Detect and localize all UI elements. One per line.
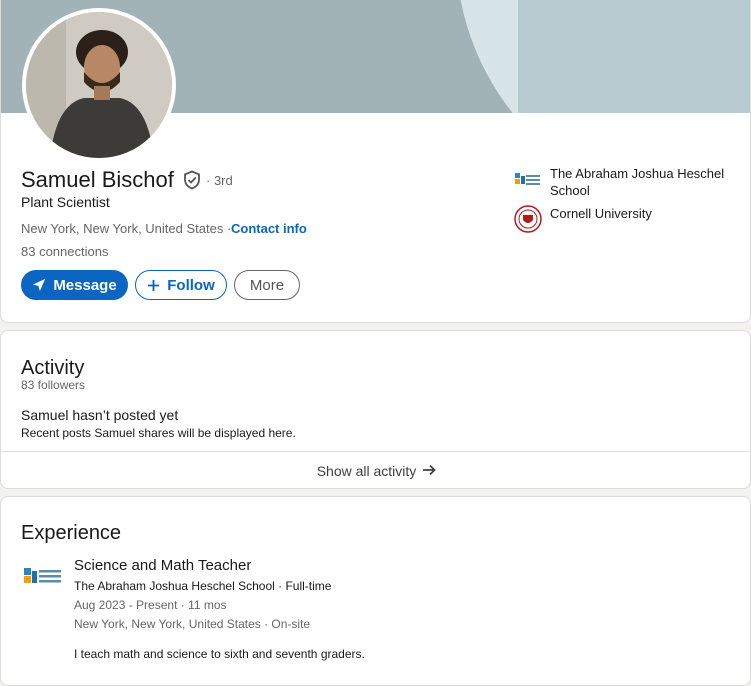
verified-shield-icon[interactable]: [182, 170, 202, 195]
connections-count[interactable]: 83 connections: [21, 244, 108, 259]
contact-info-link[interactable]: Contact info: [231, 221, 307, 236]
cornell-seal-logo-icon: [514, 205, 542, 233]
affiliation-name: Cornell University: [550, 206, 652, 221]
profile-headline: Plant Scientist: [21, 194, 110, 210]
experience-title: Experience: [21, 522, 122, 544]
follow-button[interactable]: Follow: [135, 270, 227, 300]
show-all-activity-button[interactable]: Show all activity: [1, 452, 750, 488]
follow-button-label: Follow: [167, 276, 215, 294]
affiliation-heschel[interactable]: The Abraham Joshua Heschel School: [514, 165, 740, 199]
more-button[interactable]: More: [234, 270, 300, 300]
heschel-school-logo-icon[interactable]: [24, 566, 62, 586]
avatar[interactable]: [22, 8, 176, 162]
affiliation-name: The Abraham Joshua Heschel School: [550, 166, 725, 198]
profile-name: Samuel Bischof: [21, 167, 174, 192]
experience-location: New York, New York, United States · On-s…: [74, 617, 311, 631]
followers-count: 83 followers: [21, 378, 86, 392]
message-button[interactable]: Message: [21, 270, 128, 300]
arrow-right-icon: [422, 463, 437, 480]
experience-dates: Aug 2023 - Present · 11 mos: [74, 598, 227, 612]
affiliation-cornell[interactable]: Cornell University: [514, 205, 740, 233]
heschel-school-logo-icon: [514, 165, 542, 193]
no-posts-title: Samuel hasn’t posted yet: [21, 407, 179, 423]
profile-location: New York, New York, United States ·: [21, 221, 232, 236]
send-icon: [32, 278, 46, 292]
no-posts-subtitle: Recent posts Samuel shares will be displ…: [21, 426, 296, 440]
profile-card: Samuel Bischof · 3rd Plant Scientist New…: [0, 0, 751, 323]
experience-role[interactable]: Science and Math Teacher: [74, 557, 251, 574]
connection-degree: · 3rd: [206, 173, 233, 188]
experience-description: I teach math and science to sixth and se…: [74, 647, 365, 661]
message-button-label: Message: [53, 276, 117, 294]
activity-title: Activity: [21, 357, 85, 379]
experience-company: The Abraham Joshua Heschel School · Full…: [74, 579, 332, 593]
experience-card: Experience Science and Math Teacher The …: [0, 496, 751, 686]
plus-icon: [147, 279, 160, 292]
activity-card: Activity 83 followers Samuel hasn’t post…: [0, 330, 751, 489]
show-all-activity-label: Show all activity: [316, 463, 417, 479]
more-button-label: More: [249, 276, 285, 294]
